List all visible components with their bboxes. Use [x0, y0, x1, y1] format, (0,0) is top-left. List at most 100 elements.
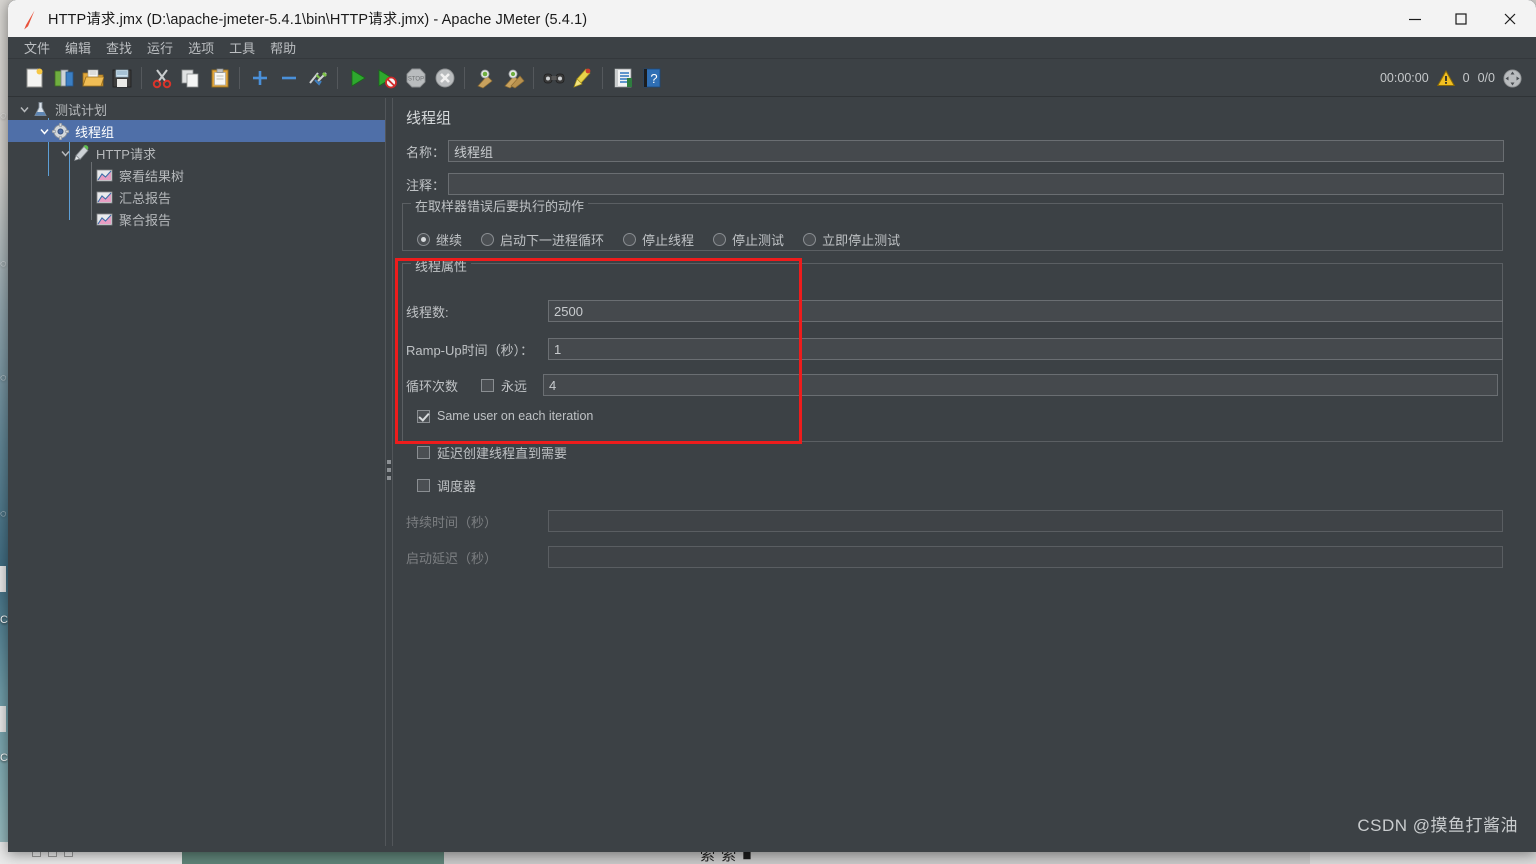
panel-splitter[interactable]	[385, 98, 393, 846]
duration-input[interactable]	[548, 510, 1503, 532]
listener-chart-icon	[96, 211, 113, 228]
menu-search[interactable]: 查找	[104, 37, 134, 58]
comment-field-row: 注释：	[406, 173, 1518, 195]
scheduler-label: 调度器	[437, 479, 477, 494]
radio-mark-icon	[481, 233, 495, 246]
test-plan-icon	[32, 101, 49, 118]
menu-options[interactable]: 选项	[186, 37, 216, 58]
checkbox-mark-icon	[417, 446, 430, 459]
sampler-error-radio-group: 继续 启动下一进程循环 停止线程 停止测试 立即停止测试	[417, 230, 919, 249]
radio-mark-icon	[417, 233, 430, 246]
listener-chart-icon	[96, 189, 113, 206]
same-user-checkbox[interactable]: Same user on each iteration	[417, 409, 593, 423]
comment-label: 注释：	[406, 177, 446, 193]
tree-node-view-results-tree[interactable]: 察看结果树	[8, 164, 385, 186]
name-input[interactable]	[448, 140, 1504, 162]
toolbar-separator	[141, 66, 142, 89]
watermark-text: CSDN @摸鱼打酱油	[1357, 816, 1518, 835]
menu-edit[interactable]: 编辑	[63, 37, 93, 58]
startup-delay-input[interactable]	[548, 546, 1503, 568]
toolbar-separator	[464, 66, 465, 89]
svg-text:STOP: STOP	[407, 76, 423, 82]
thread-group-editor: 线程组 名称： 注释： 在取样器错误后要执行的动作 继续	[393, 98, 1536, 846]
toolbar-cut[interactable]	[147, 63, 176, 93]
tree-node-aggregate-report[interactable]: 聚合报告	[8, 208, 385, 230]
warning-triangle-icon[interactable]	[1436, 69, 1455, 87]
menu-file[interactable]: 文件	[22, 37, 52, 58]
toolbar-expand-all[interactable]	[245, 63, 274, 93]
menu-run[interactable]: 运行	[145, 37, 175, 58]
toolbar-templates[interactable]	[49, 63, 78, 93]
radio-label: 停止线程	[642, 233, 695, 248]
threads-input[interactable]	[548, 300, 1503, 322]
test-plan-tree[interactable]: 测试计划 线程组 HTTP请求 察看结果树 汇总报告 聚合报告	[8, 98, 385, 846]
toolbar-function-helper[interactable]	[608, 63, 637, 93]
listener-chart-icon	[96, 167, 113, 184]
toolbar-save[interactable]	[107, 63, 136, 93]
scheduler-checkbox[interactable]: 调度器	[417, 476, 476, 495]
tree-node-label: 聚合报告	[119, 212, 172, 228]
tree-node-test-plan[interactable]: 测试计划	[8, 98, 385, 120]
tree-node-thread-group[interactable]: 线程组	[8, 120, 385, 142]
radio-label: 继续	[436, 233, 463, 248]
toolbar-separator	[602, 66, 603, 89]
radio-stop-thread[interactable]: 停止线程	[623, 230, 694, 249]
main-content: 测试计划 线程组 HTTP请求 察看结果树 汇总报告 聚合报告 线程组 名称： …	[8, 98, 1536, 846]
tree-node-http-request[interactable]: HTTP请求	[8, 142, 385, 164]
title-bar[interactable]: HTTP请求.jmx (D:\apache-jmeter-5.4.1\bin\H…	[8, 0, 1536, 37]
tree-node-summary-report[interactable]: 汇总报告	[8, 186, 385, 208]
checkbox-mark-icon	[417, 479, 430, 492]
loop-count-input[interactable]	[543, 374, 1499, 396]
toolbar-status-area: 00:00:00 0 0/0	[1380, 59, 1522, 97]
toolbar-stop[interactable]: STOP	[401, 63, 430, 93]
tree-node-label: 线程组	[75, 124, 115, 140]
radio-stop-test-now[interactable]: 立即停止测试	[803, 230, 900, 249]
rampup-label: Ramp-Up时间（秒）：	[406, 342, 534, 358]
toolbar-copy[interactable]	[176, 63, 205, 93]
toolbar-clear[interactable]	[470, 63, 499, 93]
forever-checkbox[interactable]: 永远	[481, 376, 527, 395]
close-icon[interactable]	[1484, 0, 1536, 37]
toolbar-separator	[337, 66, 338, 89]
active-threads-count: 0/0	[1477, 71, 1495, 85]
toolbar-clear-all[interactable]	[499, 63, 528, 93]
desktop-icon-fragment	[0, 566, 6, 592]
chevron-down-icon[interactable]	[16, 98, 32, 120]
toolbar-collapse-all[interactable]	[274, 63, 303, 93]
radio-label: 停止测试	[732, 233, 785, 248]
comment-input[interactable]	[448, 173, 1504, 195]
chevron-down-icon[interactable]	[36, 120, 52, 142]
rampup-input[interactable]	[548, 338, 1503, 360]
toolbar-separator	[239, 66, 240, 89]
toolbar-open[interactable]	[78, 63, 107, 93]
toolbar-help[interactable]: ?	[637, 63, 666, 93]
http-request-icon	[73, 144, 90, 162]
toolbar-reset-search[interactable]	[568, 63, 597, 93]
toolbar-toggle[interactable]	[303, 63, 332, 93]
chevron-down-icon[interactable]	[57, 142, 73, 164]
splitter-grip[interactable]	[387, 460, 391, 484]
minimize-icon[interactable]	[1392, 0, 1438, 37]
toolbar-paste[interactable]	[205, 63, 234, 93]
toolbar-shutdown[interactable]	[430, 63, 459, 93]
toolbar-start[interactable]	[343, 63, 372, 93]
radio-continue[interactable]: 继续	[417, 230, 462, 249]
radio-start-next-loop[interactable]: 启动下一进程循环	[481, 230, 604, 249]
toolbar-search[interactable]	[539, 63, 568, 93]
toolbar-start-no-pauses[interactable]	[372, 63, 401, 93]
maximize-icon[interactable]	[1438, 0, 1484, 37]
radio-stop-test[interactable]: 停止测试	[713, 230, 784, 249]
delayed-start-label: 延迟创建线程直到需要	[437, 446, 568, 461]
svg-text:?: ?	[650, 71, 657, 86]
menu-help[interactable]: 帮助	[268, 37, 298, 58]
activity-indicator-icon	[1503, 68, 1522, 88]
startup-delay-field-row: 启动延迟（秒）	[406, 546, 1503, 568]
toolbar-new[interactable]	[20, 63, 49, 93]
startup-delay-label: 启动延迟（秒）	[406, 550, 498, 566]
menu-bar: 文件 编辑 查找 运行 选项 工具 帮助	[8, 37, 1536, 59]
menu-tools[interactable]: 工具	[227, 37, 257, 58]
delayed-start-checkbox[interactable]: 延迟创建线程直到需要	[417, 443, 567, 462]
checkbox-mark-icon	[417, 409, 430, 423]
radio-mark-icon	[713, 233, 727, 246]
tree-node-label: 汇总报告	[119, 190, 172, 206]
